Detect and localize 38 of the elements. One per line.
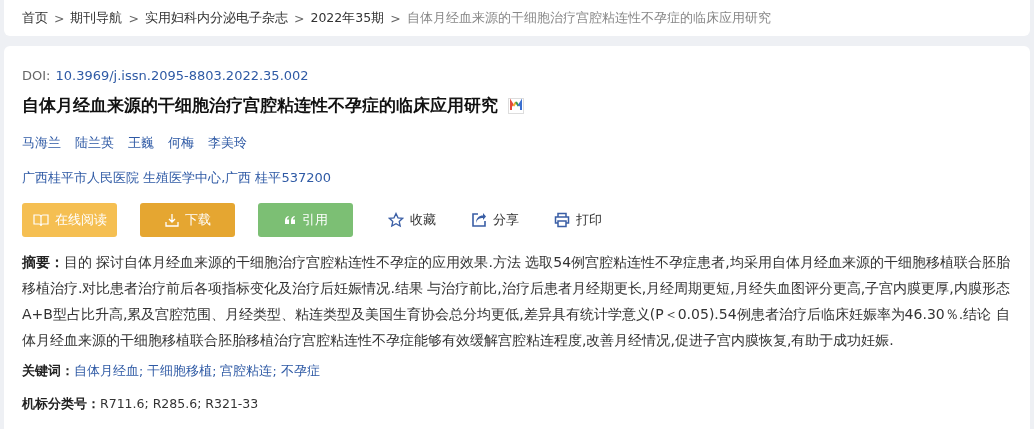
keyword-separator: ; [212,364,217,379]
article-title: 自体月经血来源的干细胞治疗宫腔粘连性不孕症的临床应用研究 [22,95,498,117]
m-badge-icon [508,98,524,114]
author-link[interactable]: 马海兰 [22,134,61,152]
share-link[interactable]: 分享 [471,211,519,229]
author-link[interactable]: 陆兰英 [75,134,114,152]
breadcrumb-link[interactable]: 2022年35期 [310,9,385,27]
keyword-separator: ; [139,364,144,379]
keyword-link[interactable]: 宫腔粘连 [220,363,273,380]
author-link[interactable]: 何梅 [168,134,194,152]
share-icon [471,212,487,228]
print-link[interactable]: 打印 [554,211,602,229]
star-link[interactable]: 收藏 [388,211,436,229]
breadcrumb-separator: > [128,10,139,26]
quote-icon [283,215,296,225]
breadcrumb-separator: > [54,10,65,26]
printer-icon [554,212,570,228]
keyword-link[interactable]: 自体月经血 [74,363,139,380]
breadcrumb-link[interactable]: 首页 [22,9,48,27]
keyword-link[interactable]: 不孕症 [280,363,320,380]
affiliation-link[interactable]: 广西桂平市人民医院 生殖医学中心,广西 桂平537200 [22,170,332,185]
star-icon [388,212,404,228]
doi-label: DOI: [22,68,51,83]
classification-label: 机标分类号： [22,396,100,413]
breadcrumb-link[interactable]: 实用妇科内分泌电子杂志 [144,9,288,27]
breadcrumb-separator: > [293,10,305,26]
author-link[interactable]: 李美玲 [208,134,247,152]
abstract-paragraph: 摘要：目的 探讨自体月经血来源的干细胞治疗宫腔粘连性不孕症的应用效果.方法 选取54例宫腔粘连性不孕症患者,均采用自体月经血来源的干细胞移植联合胚胎移植治疗.对比患者治疗前后各项指标变化及治疗后妊娠情况.结果 与治疗前比,治疗后患者月经期更长,月经周期更短,月经失血图评分更高,子宫内膜更厚,内膜形态A+B型占比升高,累及宫腔范围、月经类型、粘连类型及美国生育协会总分均更低,差异具有统计学意义(P＜0.05).54例患者治疗后临床妊娠率为46.30％.结论 自体月经血来源的干细胞移植联合胚胎移植治疗宫腔粘连性不孕症能够有效缓解宫腔粘连程度,改善月经情况,促进子宫内膜恢复,有助于成功妊娠. [22,253,1011,350]
classification-value: R711.6; R285.6; R321-33 [100,396,259,413]
current-page-title: 自体月经血来源的干细胞治疗宫腔粘连性不孕症的临床应用研究 [406,9,771,27]
author-link[interactable]: 王巍 [128,134,154,152]
keywords-label: 关键词： [22,363,74,380]
download-icon [164,213,179,227]
doi-link[interactable]: 10.3969/j.issn.2095-8803.2022.35.002 [55,68,309,83]
breadcrumb-separator: > [390,10,401,26]
book-icon [32,213,49,227]
keyword-separator: ; [272,364,277,379]
breadcrumb-link[interactable]: 期刊导航 [70,9,123,27]
